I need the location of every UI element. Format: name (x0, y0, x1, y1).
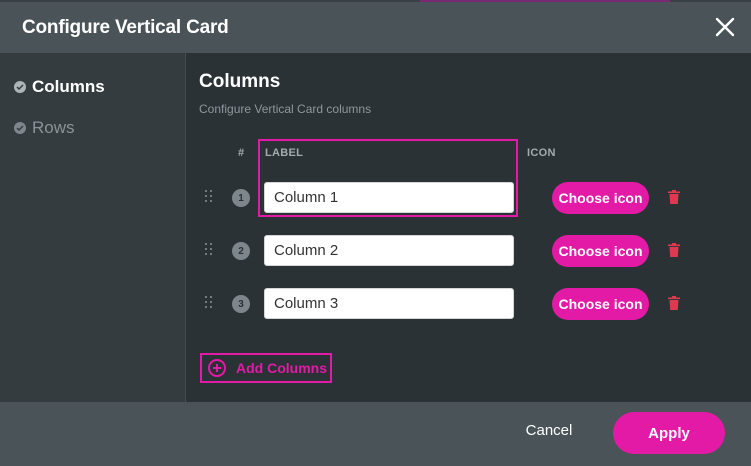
cancel-button[interactable]: Cancel (510, 422, 588, 444)
page-subtitle: Configure Vertical Card columns (199, 102, 372, 116)
table-row: 3 Choose icon (186, 287, 751, 321)
column-label-input[interactable] (264, 288, 514, 319)
close-icon[interactable] (713, 15, 737, 39)
choose-icon-button[interactable]: Choose icon (552, 288, 649, 320)
sidebar: Columns Rows (0, 53, 186, 402)
add-columns-button[interactable]: Add Columns (200, 353, 332, 383)
sidebar-item-label: Columns (32, 77, 105, 96)
column-header-icon: ICON (527, 147, 556, 159)
modal-header: Configure Vertical Card (0, 2, 751, 53)
configure-modal: Configure Vertical Card Columns Rows Col… (0, 2, 751, 466)
row-number-badge: 2 (232, 242, 250, 260)
page-title: Columns (199, 71, 281, 92)
sidebar-item-label: Rows (32, 118, 75, 137)
check-circle-icon (14, 81, 26, 93)
apply-button[interactable]: Apply (613, 412, 725, 454)
trash-icon[interactable] (668, 190, 680, 204)
sidebar-item-columns[interactable]: Columns (14, 77, 105, 97)
drag-handle-icon[interactable] (204, 295, 214, 311)
trash-icon[interactable] (668, 243, 680, 257)
table-row: 1 Choose icon (186, 181, 751, 215)
choose-icon-button[interactable]: Choose icon (552, 182, 649, 214)
column-label-input[interactable] (264, 235, 514, 266)
add-columns-label: Add Columns (236, 360, 327, 376)
drag-handle-icon[interactable] (204, 242, 214, 258)
row-number-badge: 1 (232, 189, 250, 207)
choose-icon-button[interactable]: Choose icon (552, 235, 649, 267)
columns-panel: Columns Configure Vertical Card columns … (186, 53, 751, 402)
row-number-badge: 3 (232, 295, 250, 313)
modal-footer: Cancel Apply (0, 402, 751, 466)
modal-title: Configure Vertical Card (22, 16, 229, 38)
trash-icon[interactable] (668, 296, 680, 310)
column-label-input[interactable] (264, 182, 514, 213)
sidebar-item-rows[interactable]: Rows (14, 118, 75, 138)
check-circle-icon (14, 122, 26, 134)
plus-circle-icon (208, 359, 226, 377)
drag-handle-icon[interactable] (204, 189, 214, 205)
table-row: 2 Choose icon (186, 234, 751, 268)
column-header-number: # (238, 147, 245, 159)
